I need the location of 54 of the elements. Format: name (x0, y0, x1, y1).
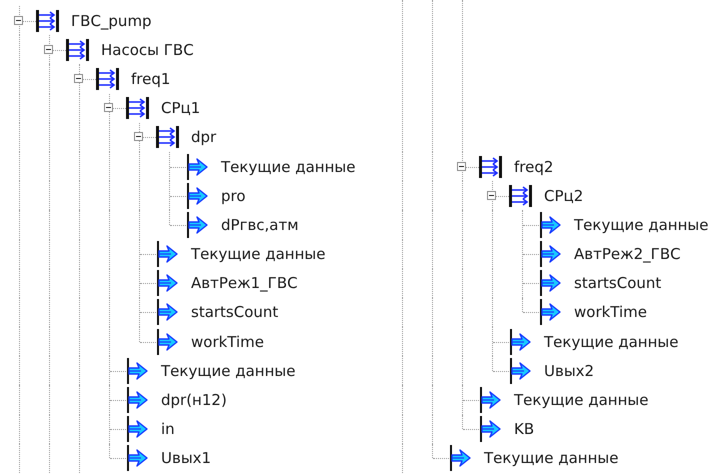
tree-item[interactable]: freq1 (131, 70, 170, 88)
arrow-icon (509, 328, 532, 355)
tree-item[interactable]: Uвых2 (544, 362, 594, 380)
tree-item[interactable]: Текущие данные (514, 391, 648, 410)
arrow-icon (539, 270, 562, 296)
arrow-icon (156, 328, 179, 355)
collapse-toggle[interactable] (104, 103, 113, 112)
arrow-icon (539, 299, 562, 326)
arrow-icon (126, 358, 149, 384)
arrow-icon (509, 358, 532, 384)
tree-item[interactable]: Uвых1 (161, 449, 212, 468)
collapse-toggle[interactable] (74, 74, 83, 83)
collapse-toggle[interactable] (14, 16, 23, 25)
tree-item[interactable]: startsCount (191, 303, 278, 322)
tree-item[interactable]: workTime (574, 303, 648, 322)
tree-item[interactable]: ГВС_pump (71, 12, 152, 30)
arrow-icon (156, 299, 179, 326)
tree-item[interactable]: СРц2 (544, 186, 584, 205)
tree-item[interactable]: startsCount (574, 274, 662, 292)
collapse-toggle[interactable] (457, 162, 466, 171)
arrow-icon (539, 212, 562, 238)
tree-item[interactable]: dpr(н12) (161, 391, 227, 410)
arrow-icon (479, 387, 502, 414)
tree-item[interactable]: АвтРеж1_ГВС (191, 274, 298, 292)
tree-item[interactable]: dpr (191, 128, 216, 146)
tree-item[interactable]: freq2 (514, 158, 554, 176)
tree-item[interactable]: Текущие данные (221, 158, 356, 176)
tree-item[interactable]: Текущие данные (191, 245, 326, 264)
tree-item[interactable]: Текущие данные (574, 216, 708, 234)
collapse-toggle[interactable] (487, 190, 496, 200)
arrow-icon (449, 445, 472, 472)
arrow-icon (186, 182, 209, 209)
arrow-icon (126, 416, 149, 442)
tree-item[interactable]: Насосы ГВС (101, 40, 194, 59)
tree-item[interactable]: Текущие данные (161, 362, 296, 380)
arrow-icon (539, 241, 562, 268)
tree-item[interactable]: АвтРеж2_ГВС (574, 245, 681, 264)
arrow-icon (126, 445, 149, 472)
tree-item[interactable]: СРц1 (161, 99, 200, 118)
arrow-icon (479, 416, 502, 442)
tree-item[interactable]: dPгвс,атм (221, 216, 299, 234)
collapse-toggle[interactable] (44, 44, 53, 54)
tree-item[interactable]: Текущие данные (544, 332, 678, 351)
tree-item[interactable]: KB (514, 420, 534, 438)
arrow-icon (186, 212, 209, 238)
tree-item[interactable]: in (161, 420, 175, 438)
arrow-icon (126, 387, 149, 414)
arrow-icon (156, 241, 179, 268)
arrow-icon (156, 270, 179, 296)
tree-item[interactable]: Текущие данные (484, 449, 618, 468)
tree-item[interactable]: pro (221, 186, 246, 205)
arrow-icon (186, 154, 209, 180)
collapse-toggle[interactable] (134, 132, 143, 142)
tree-item[interactable]: workTime (191, 332, 264, 351)
